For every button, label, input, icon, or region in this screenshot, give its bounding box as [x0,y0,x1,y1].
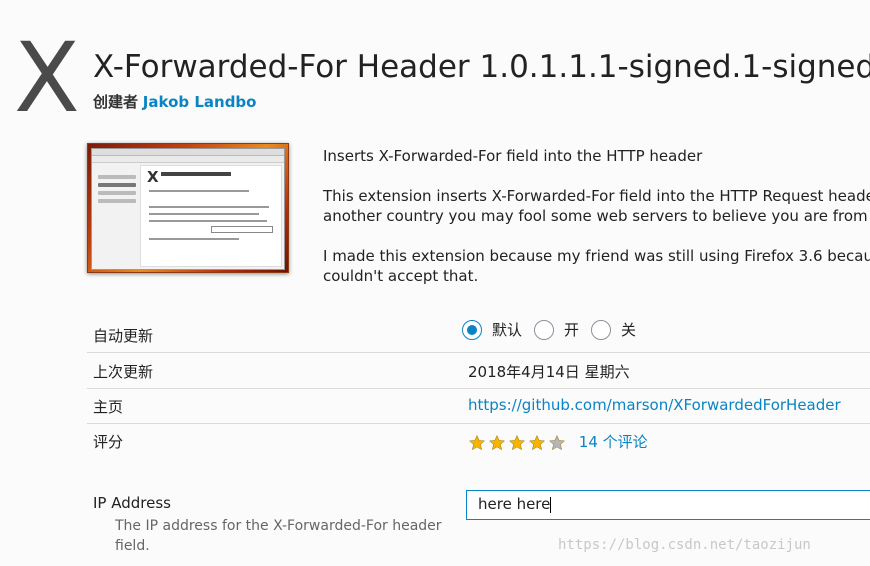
ip-address-label: IP Address [93,494,171,512]
screenshot-main: X [140,165,282,267]
star-filled-icon [468,434,486,450]
author-prefix: 创建者 [93,93,139,111]
auto-update-row: 自动更新 默认 开 关 [87,318,870,353]
radio-on[interactable]: 开 [534,319,579,340]
ip-address-description: The IP address for the X-Forwarded-For h… [115,518,442,554]
extension-description: Inserts X-Forwarded-For field into the H… [323,146,870,306]
extension-screenshot[interactable]: X [87,143,289,273]
extension-icon: X [14,22,80,134]
last-updated-value: 2018年4月14日 星期六 [468,363,630,381]
rating-stars [468,434,568,452]
homepage-row: 主页 https://github.com/marson/XForwardedF… [87,389,870,424]
homepage-link[interactable]: https://github.com/marson/XForwardedForH… [468,396,841,414]
screenshot-icon: X [147,168,159,186]
rating-label: 评分 [93,433,124,451]
radio-default-label: 默认 [492,321,523,339]
extension-title: X-Forwarded-For Header 1.0.1.1.1-signed.… [93,49,870,85]
reviews-link[interactable]: 14 个评论 [579,433,648,451]
ip-address-value: here here [478,495,551,513]
description-paragraph-1: This extension inserts X-Forwarded-For f… [323,187,870,225]
text-caret [550,496,552,513]
author-line: 创建者 Jakob Landbo [93,91,256,112]
last-updated-row: 上次更新 2018年4月14日 星期六 [87,354,870,389]
ip-address-input[interactable]: here here [466,490,870,520]
radio-off[interactable]: 关 [591,319,636,340]
screenshot-tabbar [92,156,284,163]
radio-off-label: 关 [621,321,637,339]
screenshot-sidebar [98,171,136,207]
radio-default[interactable]: 默认 [462,319,522,340]
screenshot-titlebar [92,149,284,156]
auto-update-label: 自动更新 [93,327,154,345]
screenshot-window: X [91,148,285,270]
homepage-label: 主页 [93,398,124,416]
auto-update-radio-group: 默认 开 关 [462,319,648,340]
description-paragraph-2: I made this extension because my friend … [323,247,870,285]
description-summary: Inserts X-Forwarded-For field into the H… [323,147,703,165]
radio-on-circle[interactable] [534,319,555,340]
star-filled-icon [488,434,506,450]
author-link[interactable]: Jakob Landbo [143,93,257,111]
watermark: https://blog.csdn.net/taozijun [558,537,811,553]
radio-off-circle[interactable] [591,319,612,340]
rating-value: 14 个评论 [468,431,648,452]
star-filled-icon [508,434,526,450]
star-empty-icon [548,434,566,450]
last-updated-label: 上次更新 [93,363,154,381]
radio-default-circle[interactable] [462,319,482,340]
star-filled-icon [528,434,546,450]
radio-on-label: 开 [564,321,580,339]
rating-row: 评分 14 个评论 [87,424,870,458]
